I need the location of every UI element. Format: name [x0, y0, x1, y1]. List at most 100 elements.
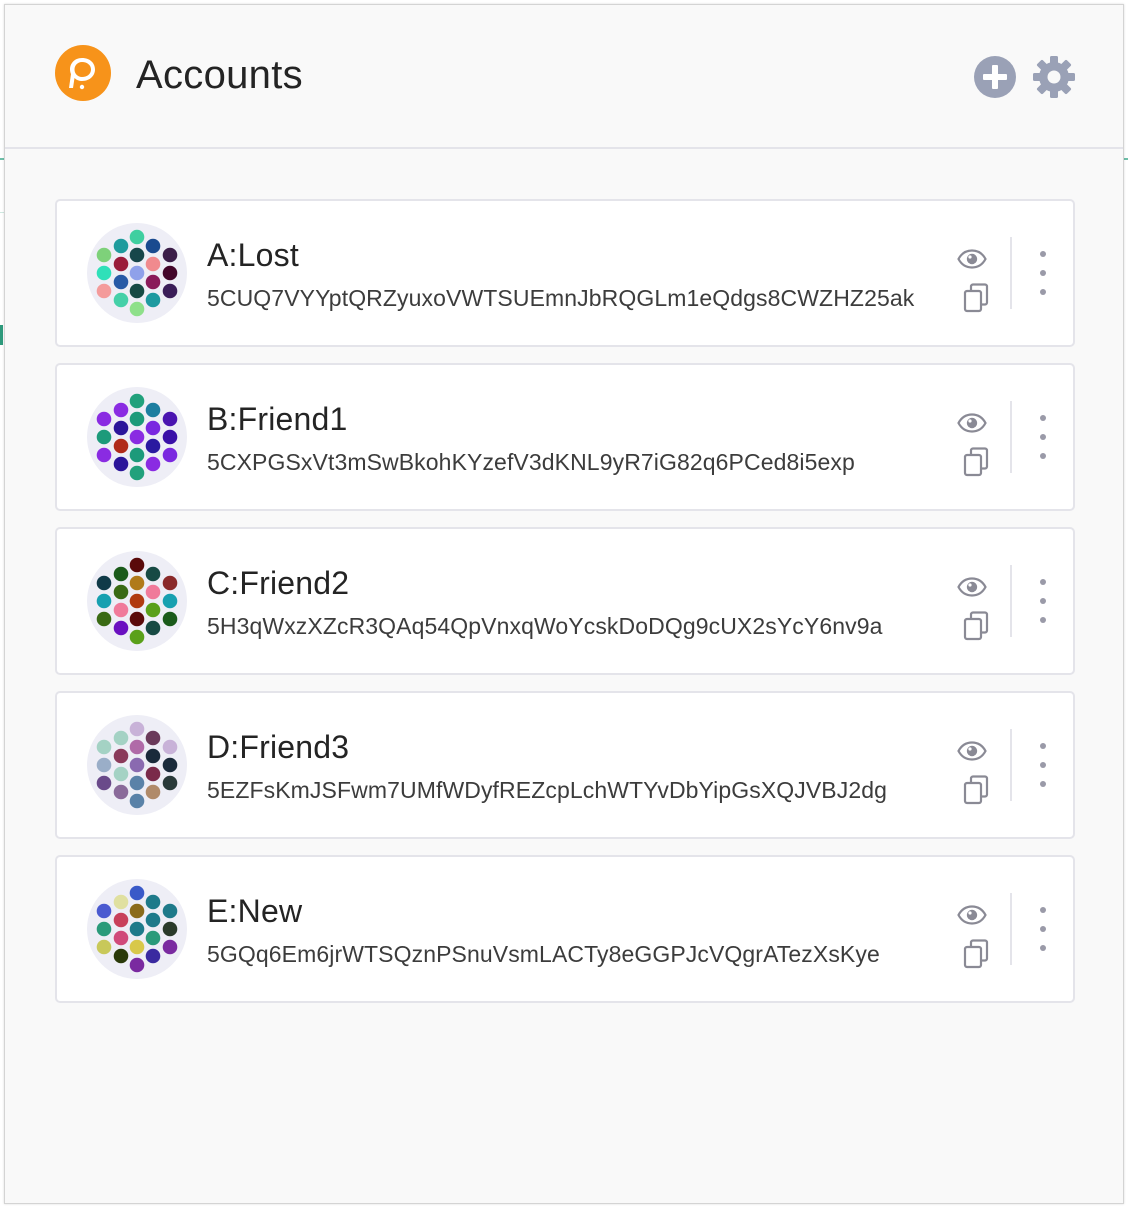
copy-icon[interactable] — [963, 611, 989, 641]
divider — [1010, 565, 1012, 637]
account-name: B:Friend1 — [207, 401, 348, 437]
identicon-dot — [145, 912, 161, 928]
more-options-icon[interactable] — [1031, 579, 1055, 623]
account-identicon[interactable] — [87, 223, 187, 323]
identicon-dot — [162, 283, 178, 299]
divider — [1010, 893, 1012, 965]
identicon-dot — [113, 912, 129, 928]
copy-icon[interactable] — [963, 283, 989, 313]
eye-icon[interactable] — [957, 577, 987, 597]
copy-icon[interactable] — [963, 939, 989, 969]
identicon-dot — [113, 620, 129, 636]
identicon-dot — [129, 411, 145, 427]
identicon-dot — [145, 748, 161, 764]
account-card[interactable]: E:New 5GQq6Em6jrWTSQznPSnuVsmLACTy8eGGPJ… — [55, 855, 1075, 1003]
identicon-dot — [113, 566, 129, 582]
eye-icon[interactable] — [957, 741, 987, 761]
identicon-dot — [145, 402, 161, 418]
account-identicon[interactable] — [87, 551, 187, 651]
account-address: 5CXPGSxVt3mSwBkohKYzefV3dKNL9yR7iG82q6PC… — [207, 449, 855, 475]
identicon-dot — [96, 739, 112, 755]
identicon-dot — [96, 775, 112, 791]
more-options-icon[interactable] — [1031, 907, 1055, 951]
account-card[interactable]: C:Friend2 5H3qWxzXZcR3QAq54QpVnxqWoYcskD… — [55, 527, 1075, 675]
account-address: 5CUQ7VYYptQRZyuxoVWTSUEmnJbRQGLm1eQdgs8C… — [207, 285, 915, 311]
identicon-dot — [113, 602, 129, 618]
eye-icon[interactable] — [957, 905, 987, 925]
identicon-dot — [113, 256, 129, 272]
identicon-dot — [129, 757, 145, 773]
account-card[interactable]: B:Friend1 5CXPGSxVt3mSwBkohKYzefV3dKNL9y… — [55, 363, 1075, 511]
account-identicon[interactable] — [87, 387, 187, 487]
account-address: 5H3qWxzXZcR3QAq54QpVnxqWoYcskDoDQg9cUX2s… — [207, 613, 883, 639]
identicon-dot — [129, 921, 145, 937]
background-page-edge — [0, 325, 3, 345]
identicon-dot — [129, 393, 145, 409]
identicon-dot — [129, 429, 145, 445]
identicon-dot — [145, 784, 161, 800]
identicon-dot — [145, 238, 161, 254]
identicon-dot — [145, 766, 161, 782]
identicon-dot — [162, 411, 178, 427]
account-list: A:Lost 5CUQ7VYYptQRZyuxoVWTSUEmnJbRQGLm1… — [55, 199, 1075, 1019]
identicon-dot — [145, 456, 161, 472]
account-name: E:New — [207, 893, 303, 929]
account-identicon[interactable] — [87, 715, 187, 815]
polkadot-logo-icon — [55, 45, 111, 101]
more-options-icon[interactable] — [1031, 251, 1055, 295]
more-options-icon[interactable] — [1031, 743, 1055, 787]
identicon-dot — [129, 247, 145, 263]
eye-icon[interactable] — [957, 249, 987, 269]
divider — [1010, 729, 1012, 801]
eye-icon[interactable] — [957, 413, 987, 433]
identicon-dot — [129, 557, 145, 573]
account-name: C:Friend2 — [207, 565, 350, 601]
copy-icon[interactable] — [963, 775, 989, 805]
identicon-dot — [96, 429, 112, 445]
identicon-dot — [96, 921, 112, 937]
identicon-dot — [113, 784, 129, 800]
account-name: D:Friend3 — [207, 729, 350, 765]
divider — [1010, 237, 1012, 309]
add-account-icon[interactable] — [973, 55, 1017, 99]
identicon-dot — [113, 402, 129, 418]
identicon-dot — [113, 274, 129, 290]
identicon-dot — [96, 593, 112, 609]
identicon-dot — [145, 438, 161, 454]
account-card[interactable]: D:Friend3 5EZFsKmJSFwm7UMfWDyfREZcpLchWT… — [55, 691, 1075, 839]
more-options-icon[interactable] — [1031, 415, 1055, 459]
identicon-dot — [96, 575, 112, 591]
account-name: A:Lost — [207, 237, 299, 273]
identicon-dot — [145, 948, 161, 964]
identicon-dot — [129, 283, 145, 299]
page-title: Accounts — [136, 53, 303, 97]
identicon-dot — [96, 903, 112, 919]
identicon-dot — [96, 411, 112, 427]
identicon-dot — [162, 611, 178, 627]
account-card[interactable]: A:Lost 5CUQ7VYYptQRZyuxoVWTSUEmnJbRQGLm1… — [55, 199, 1075, 347]
identicon-dot — [162, 921, 178, 937]
identicon-dot — [162, 757, 178, 773]
identicon-dot — [113, 456, 129, 472]
identicon-dot — [145, 620, 161, 636]
identicon-dot — [129, 939, 145, 955]
identicon-dot — [162, 429, 178, 445]
identicon-dot — [145, 730, 161, 746]
identicon-dot — [162, 939, 178, 955]
identicon-dot — [145, 602, 161, 618]
identicon-dot — [162, 593, 178, 609]
identicon-dot — [129, 957, 145, 973]
identicon-dot — [113, 930, 129, 946]
identicon-dot — [145, 894, 161, 910]
copy-icon[interactable] — [963, 447, 989, 477]
background-page-edge — [1124, 158, 1128, 160]
identicon-dot — [145, 274, 161, 290]
identicon-dot — [145, 292, 161, 308]
account-address: 5GQq6Em6jrWTSQznPSnuVsmLACTy8eGGPJcVQgrA… — [207, 941, 880, 967]
settings-gear-icon[interactable] — [1032, 55, 1076, 99]
identicon-dot — [129, 739, 145, 755]
identicon-dot — [129, 903, 145, 919]
identicon-dot — [129, 775, 145, 791]
account-identicon[interactable] — [87, 879, 187, 979]
identicon-dot — [162, 575, 178, 591]
